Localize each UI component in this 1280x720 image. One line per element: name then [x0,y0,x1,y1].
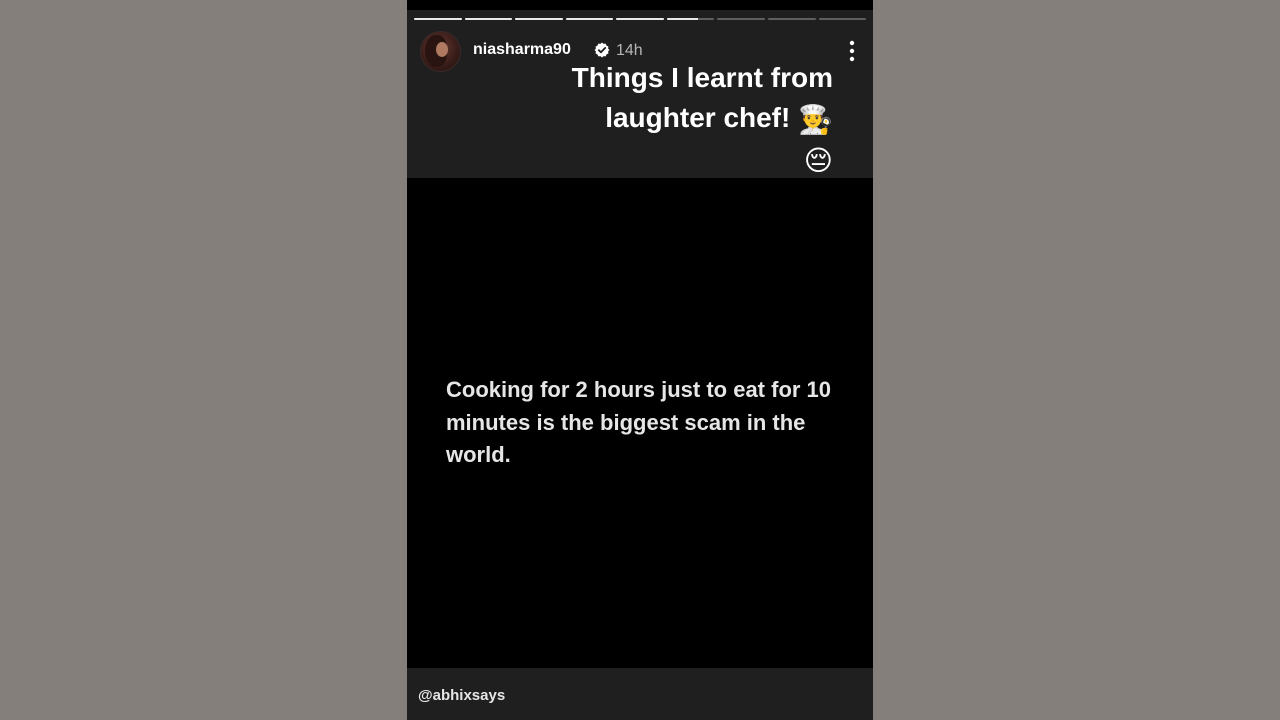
progress-segment [515,18,563,20]
progress-segment-fill [666,18,698,20]
title-line-2: laughter chef! 👨‍🍳 [413,98,833,140]
title-line-3: 😔 [413,140,833,182]
title-line-2-text: laughter chef! [605,102,791,133]
pensive-face-emoji: 😔 [803,145,833,177]
progress-segment [565,18,614,20]
progress-segment-fill [616,18,664,20]
progress-segment-fill [565,18,614,20]
progress-segment [616,18,664,20]
progress-segment [818,18,867,20]
story-viewer[interactable]: niasharma90 14h Things I learnt from lau… [407,0,873,720]
story-main-text: Cooking for 2 hours just to eat for 10 m… [446,377,832,467]
story-title: Things I learnt from laughter chef! 👨‍🍳 … [413,58,833,181]
more-options-icon[interactable] [844,39,860,63]
progress-segment-fill [515,18,563,20]
verified-badge-icon [594,42,610,58]
progress-segment [666,18,715,20]
username-link[interactable]: niasharma90 [473,41,571,59]
story-progress-bar [414,18,867,21]
progress-segment [717,18,765,20]
title-line-1: Things I learnt from [413,58,833,98]
progress-segment [414,18,462,20]
progress-segment [464,18,513,20]
story-footer: @abhixsays [407,668,873,720]
progress-segment-fill [414,18,462,20]
progress-segment-fill [464,18,513,20]
progress-segment [767,18,816,20]
avatar-face [436,42,448,57]
chef-emoji: 👨‍🍳 [798,103,833,135]
title-line-1-text: Things I learnt from [571,62,833,93]
credit-handle[interactable]: @abhixsays [418,687,505,704]
